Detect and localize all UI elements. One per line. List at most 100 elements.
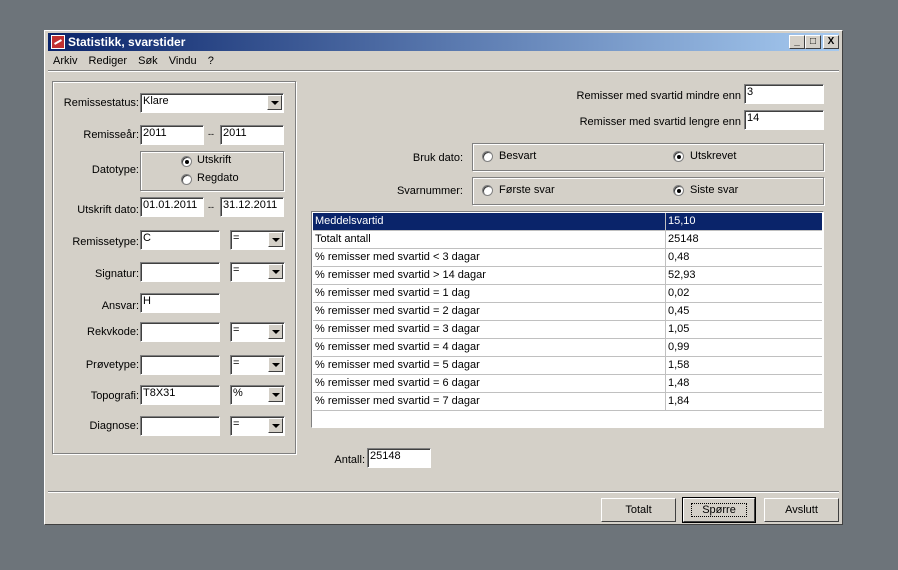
signatur-input[interactable]: [140, 262, 220, 282]
remissestatus-dropdown-icon[interactable]: [267, 95, 282, 110]
menu-help[interactable]: ?: [208, 53, 214, 69]
rekvkode-input[interactable]: [140, 322, 220, 342]
result-value: 0,99: [668, 341, 690, 353]
topografi-input[interactable]: T8X31: [140, 385, 220, 405]
remissetype-operator-dropdown-icon[interactable]: [268, 232, 283, 247]
rekvkode-operator-dropdown-icon[interactable]: [268, 324, 283, 339]
table-row[interactable]: % remisser med svartid < 3 dagar 0,48: [313, 249, 822, 267]
desktop: { "window": { "title": "Statistikk, svar…: [0, 0, 898, 570]
title-bar[interactable]: Statistikk, svarstider _ □ X: [48, 33, 839, 51]
result-value: 1,48: [668, 377, 690, 389]
bottom-divider: [48, 491, 839, 493]
close-button[interactable]: X: [823, 35, 839, 49]
result-value: 52,93: [668, 269, 696, 281]
result-value: 1,84: [668, 395, 690, 407]
table-row[interactable]: % remisser med svartid = 6 dagar 1,48: [313, 375, 822, 393]
svarnummer-label: Svarnummer:: [396, 185, 463, 197]
datotype-label: Datotype:: [91, 164, 139, 176]
utskrift-dato-to-input[interactable]: 31.12.2011: [220, 197, 284, 217]
result-value: 25148: [668, 233, 699, 245]
utskrift-dato-label: Utskrift dato:: [77, 204, 139, 216]
menu-vindu[interactable]: Vindu: [169, 53, 197, 69]
threshold-more-label: Remisser med svartid lengre enn: [579, 116, 741, 128]
topografi-operator-value: %: [233, 387, 243, 399]
result-label: % remisser med svartid = 3 dagar: [315, 323, 480, 335]
remissetype-label: Remissetype:: [72, 236, 139, 248]
utskrift-dato-range-separator: --: [208, 202, 214, 212]
remisseaar-from-input[interactable]: 2011: [140, 125, 204, 145]
result-label: % remisser med svartid = 4 dagar: [315, 341, 480, 353]
table-row[interactable]: Meddelsvartid 15,10: [313, 213, 822, 231]
diagnose-operator-dropdown-icon[interactable]: [268, 418, 283, 433]
column-separator: [665, 321, 666, 339]
menu-arkiv[interactable]: Arkiv: [53, 53, 77, 69]
totalt-button[interactable]: Totalt: [601, 498, 676, 522]
result-value: 15,10: [668, 215, 696, 227]
provetype-label: Prøvetype:: [85, 359, 139, 371]
result-label: % remisser med svartid = 1 dag: [315, 287, 470, 299]
svarnummer-siste-radio[interactable]: [673, 185, 684, 196]
result-label: % remisser med svartid = 7 dagar: [315, 395, 480, 407]
ansvar-input[interactable]: H: [140, 293, 220, 313]
app-icon: [51, 35, 65, 49]
menu-sok[interactable]: Søk: [138, 53, 158, 69]
bruk-dato-utskrevet-label: Utskrevet: [690, 150, 737, 162]
menu-divider: [48, 70, 839, 72]
datotype-regdato-label: Regdato: [197, 172, 239, 184]
datotype-utskrift-radio[interactable]: [181, 156, 192, 167]
column-separator: [665, 357, 666, 375]
signatur-operator-dropdown-icon[interactable]: [268, 264, 283, 279]
remissetype-operator-value: =: [233, 232, 240, 244]
table-row[interactable]: % remisser med svartid = 3 dagar 1,05: [313, 321, 822, 339]
table-row[interactable]: Totalt antall 25148: [313, 231, 822, 249]
antall-label: Antall:: [334, 454, 365, 466]
table-row[interactable]: % remisser med svartid = 4 dagar 0,99: [313, 339, 822, 357]
table-row[interactable]: % remisser med svartid = 5 dagar 1,58: [313, 357, 822, 375]
diagnose-input[interactable]: [140, 416, 220, 436]
topografi-operator-dropdown-icon[interactable]: [268, 387, 283, 402]
provetype-operator-dropdown-icon[interactable]: [268, 357, 283, 372]
topografi-label: Topografi:: [90, 390, 139, 402]
table-row[interactable]: % remisser med svartid > 14 dagar 52,93: [313, 267, 822, 285]
remissestatus-select[interactable]: Klare: [140, 93, 284, 113]
remissetype-input[interactable]: C: [140, 230, 220, 250]
table-row[interactable]: % remisser med svartid = 7 dagar 1,84: [313, 393, 822, 411]
column-separator: [665, 339, 666, 357]
maximize-button[interactable]: □: [805, 35, 821, 49]
bruk-dato-utskrevet-radio[interactable]: [673, 151, 684, 162]
bruk-dato-besvart-label: Besvart: [499, 150, 537, 162]
svarnummer-forste-radio[interactable]: [482, 185, 493, 196]
utskrift-dato-from-input[interactable]: 01.01.2011: [140, 197, 204, 217]
avslutt-button[interactable]: Avslutt: [764, 498, 839, 522]
column-separator: [665, 285, 666, 303]
table-row[interactable]: % remisser med svartid = 2 dagar 0,45: [313, 303, 822, 321]
antall-output: 25148: [367, 448, 431, 468]
column-separator: [665, 249, 666, 267]
menu-bar: Arkiv Rediger Søk Vindu ?: [48, 53, 217, 69]
remisseaar-to-input[interactable]: 2011: [220, 125, 284, 145]
sporre-button[interactable]: Spørre: [682, 497, 756, 523]
result-value: 0,02: [668, 287, 690, 299]
result-label: % remisser med svartid = 6 dagar: [315, 377, 480, 389]
menu-rediger[interactable]: Rediger: [89, 53, 128, 69]
column-separator: [665, 213, 666, 231]
result-value: 0,45: [668, 305, 690, 317]
column-separator: [665, 393, 666, 411]
diagnose-label: Diagnose:: [89, 420, 139, 432]
datotype-utskrift-label: Utskrift: [197, 154, 232, 166]
datotype-regdato-radio[interactable]: [181, 174, 192, 185]
bruk-dato-besvart-radio[interactable]: [482, 151, 493, 162]
signatur-label: Signatur:: [94, 268, 139, 280]
ansvar-label: Ansvar:: [101, 300, 139, 312]
column-separator: [665, 267, 666, 285]
result-label: Meddelsvartid: [315, 215, 384, 227]
remisseaar-label: Remisseår:: [83, 129, 139, 141]
remissestatus-value: Klare: [143, 95, 169, 107]
provetype-input[interactable]: [140, 355, 220, 375]
minimize-button[interactable]: _: [789, 35, 805, 49]
threshold-more-input[interactable]: 14: [744, 110, 824, 130]
sporre-button-label: Spørre: [691, 503, 747, 517]
result-label: Totalt antall: [315, 233, 371, 245]
threshold-less-input[interactable]: 3: [744, 84, 824, 104]
table-row[interactable]: % remisser med svartid = 1 dag 0,02: [313, 285, 822, 303]
